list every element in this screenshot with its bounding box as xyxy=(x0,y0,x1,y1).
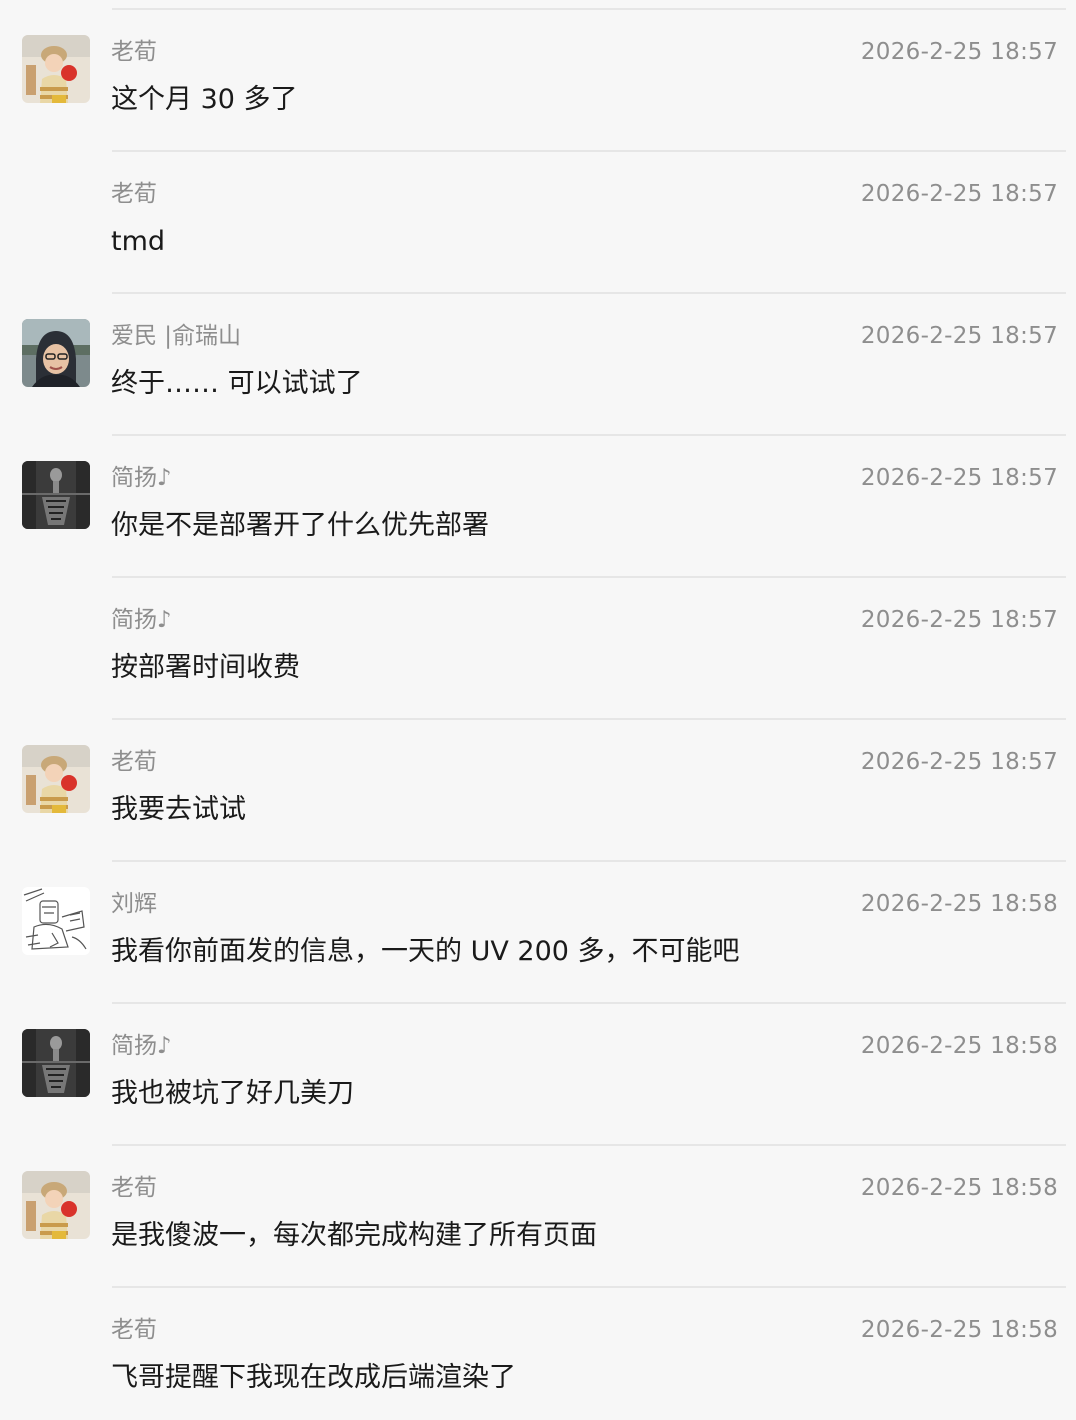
chat-message[interactable]: 老荀 2026-2-25 18:57 tmd xyxy=(0,152,1076,294)
message-text: 我要去试试 xyxy=(111,794,246,825)
message-text: 你是不是部署开了什么优先部署 xyxy=(111,510,489,541)
message-text: 我看你前面发的信息，一天的 UV 200 多，不可能吧 xyxy=(111,936,740,967)
chat-message[interactable]: 刘辉 2026-2-25 18:58 我看你前面发的信息，一天的 UV 200 … xyxy=(0,862,1076,1004)
chat-message[interactable]: 老荀 2026-2-25 18:57 我要去试试 xyxy=(0,720,1076,862)
sender-name[interactable]: 老荀 xyxy=(111,1315,157,1345)
chat-message[interactable]: 老荀 2026-2-25 18:58 是我傻波一，每次都完成构建了所有页面 xyxy=(0,1146,1076,1288)
message-text: 这个月 30 多了 xyxy=(111,84,298,115)
sender-name[interactable]: 刘辉 xyxy=(111,889,157,919)
message-timestamp: 2026-2-25 18:57 xyxy=(860,39,1058,65)
message-text: 按部署时间收费 xyxy=(111,652,300,683)
sender-name[interactable]: 简扬♪ xyxy=(111,463,172,493)
jianyang-avatar[interactable] xyxy=(22,461,90,529)
chat-message-list[interactable]: 老荀 2026-2-25 18:57 这个月 30 多了 老荀 2026-2-2… xyxy=(0,0,1076,1420)
message-text: 我也被坑了好几美刀 xyxy=(111,1078,354,1109)
message-text: tmd xyxy=(111,226,166,257)
sender-name[interactable]: 老荀 xyxy=(111,747,157,777)
chat-message[interactable]: 简扬♪ 2026-2-25 18:57 按部署时间收费 xyxy=(0,578,1076,720)
message-text: 是我傻波一，每次都完成构建了所有页面 xyxy=(111,1220,597,1251)
sender-name[interactable]: 爱民 |俞瑞山 xyxy=(111,321,241,351)
aimin-avatar[interactable] xyxy=(22,319,90,387)
sender-name[interactable]: 老荀 xyxy=(111,179,157,209)
sender-name[interactable]: 老荀 xyxy=(111,37,157,67)
message-timestamp: 2026-2-25 18:58 xyxy=(860,891,1058,917)
liuhui-avatar[interactable] xyxy=(22,887,90,955)
message-timestamp: 2026-2-25 18:57 xyxy=(860,181,1058,207)
sender-name[interactable]: 简扬♪ xyxy=(111,605,172,635)
message-timestamp: 2026-2-25 18:58 xyxy=(860,1175,1058,1201)
chat-message[interactable]: 老荀 2026-2-25 18:57 这个月 30 多了 xyxy=(0,10,1076,152)
message-timestamp: 2026-2-25 18:57 xyxy=(860,749,1058,775)
message-text: 终于…… 可以试试了 xyxy=(111,368,363,399)
laoxun-avatar[interactable] xyxy=(22,35,90,103)
chat-message[interactable]: 老荀 2026-2-25 18:58 飞哥提醒下我现在改成后端渲染了 xyxy=(0,1288,1076,1420)
laoxun-avatar[interactable] xyxy=(22,1171,90,1239)
message-timestamp: 2026-2-25 18:57 xyxy=(860,607,1058,633)
message-text: 飞哥提醒下我现在改成后端渲染了 xyxy=(111,1362,516,1393)
chat-message[interactable]: 简扬♪ 2026-2-25 18:58 我也被坑了好几美刀 xyxy=(0,1004,1076,1146)
chat-message[interactable]: 爱民 |俞瑞山 2026-2-25 18:57 终于…… 可以试试了 xyxy=(0,294,1076,436)
sender-name[interactable]: 简扬♪ xyxy=(111,1031,172,1061)
chat-message[interactable]: 简扬♪ 2026-2-25 18:57 你是不是部署开了什么优先部署 xyxy=(0,436,1076,578)
message-timestamp: 2026-2-25 18:58 xyxy=(860,1033,1058,1059)
message-timestamp: 2026-2-25 18:57 xyxy=(860,465,1058,491)
jianyang-avatar[interactable] xyxy=(22,1029,90,1097)
message-timestamp: 2026-2-25 18:58 xyxy=(860,1317,1058,1343)
laoxun-avatar[interactable] xyxy=(22,745,90,813)
message-timestamp: 2026-2-25 18:57 xyxy=(860,323,1058,349)
sender-name[interactable]: 老荀 xyxy=(111,1173,157,1203)
